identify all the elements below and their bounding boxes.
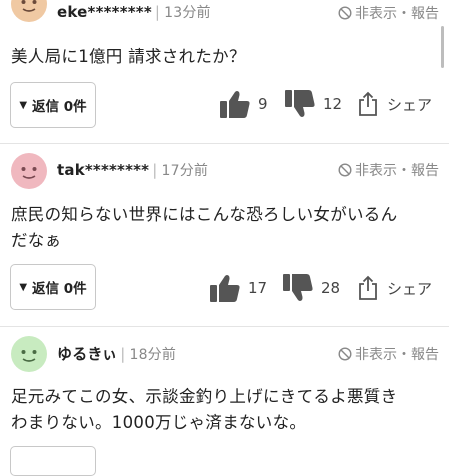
username-text[interactable]: ゆるきぃ	[57, 345, 117, 363]
avatar[interactable]	[11, 336, 47, 372]
reply-label[interactable]: 返信 0件	[32, 95, 87, 115]
thumbs-down-icon	[283, 274, 313, 301]
share-button[interactable]: シェア	[357, 91, 432, 117]
hide-report-label[interactable]: 非表示・報告	[355, 344, 439, 364]
comment-text: 庶民の知らない世界にはこんな恐ろしい女がいるん だなぁ	[11, 205, 398, 250]
thumbs-up-icon	[220, 91, 250, 118]
dislike-button[interactable]: 12	[285, 90, 342, 118]
dislike-button[interactable]: 28	[283, 274, 340, 302]
hide-report-link[interactable]: 非表示・報告	[338, 344, 439, 364]
thumbs-up-icon	[210, 275, 240, 302]
dislike-count: 28	[321, 279, 341, 297]
hide-report-label[interactable]: 非表示・報告	[355, 160, 439, 180]
triangle-down-icon: ▼	[19, 281, 28, 293]
triangle-down-icon: ▼	[19, 99, 28, 111]
timestamp: 13分前	[164, 5, 211, 21]
separator: |	[154, 3, 161, 21]
username[interactable]: eke******** | 13分前	[57, 2, 211, 22]
username[interactable]: tak******** | 17分前	[57, 160, 208, 180]
divider	[0, 326, 449, 327]
scrollbar[interactable]	[441, 26, 444, 68]
hide-report-label[interactable]: 非表示・報告	[355, 3, 439, 23]
separator: |	[120, 345, 126, 363]
share-label: シェア	[387, 279, 433, 298]
share-icon	[359, 275, 377, 300]
username-text[interactable]: eke********	[57, 3, 152, 21]
timestamp: 18分前	[129, 347, 177, 363]
timestamp: 17分前	[161, 163, 209, 179]
dislike-count: 12	[323, 95, 343, 113]
divider	[0, 143, 449, 144]
like-button[interactable]: 9	[220, 90, 268, 118]
block-icon	[338, 347, 352, 361]
share-icon	[359, 91, 377, 116]
reply-button[interactable]: ▼ 返信 0件	[10, 264, 96, 310]
thumbs-down-icon	[285, 90, 315, 117]
separator: |	[152, 161, 158, 179]
avatar[interactable]	[11, 0, 47, 22]
avatar[interactable]	[11, 153, 47, 189]
share-button[interactable]: シェア	[357, 275, 432, 301]
like-button[interactable]: 17	[210, 274, 267, 302]
username-text[interactable]: tak********	[57, 161, 149, 179]
reply-button[interactable]: ▼ 返信 0件	[10, 82, 96, 128]
share-label: シェア	[387, 95, 433, 114]
block-icon	[338, 163, 352, 177]
hide-report-link[interactable]: 非表示・報告	[338, 3, 439, 23]
comment-text: 美人局に1億円 請求されたか？	[11, 47, 246, 66]
username[interactable]: ゆるきぃ | 18分前	[57, 343, 176, 364]
like-count: 17	[248, 279, 268, 297]
hide-report-link[interactable]: 非表示・報告	[338, 160, 439, 180]
block-icon	[338, 6, 352, 20]
reply-label[interactable]: 返信 0件	[32, 277, 87, 297]
like-count: 9	[258, 95, 268, 113]
reply-button[interactable]	[10, 446, 96, 476]
comment-text: 足元みてこの女、示談金釣り上げにきてるよ悪質き わまりない。1000万じゃ済まな…	[11, 387, 398, 432]
